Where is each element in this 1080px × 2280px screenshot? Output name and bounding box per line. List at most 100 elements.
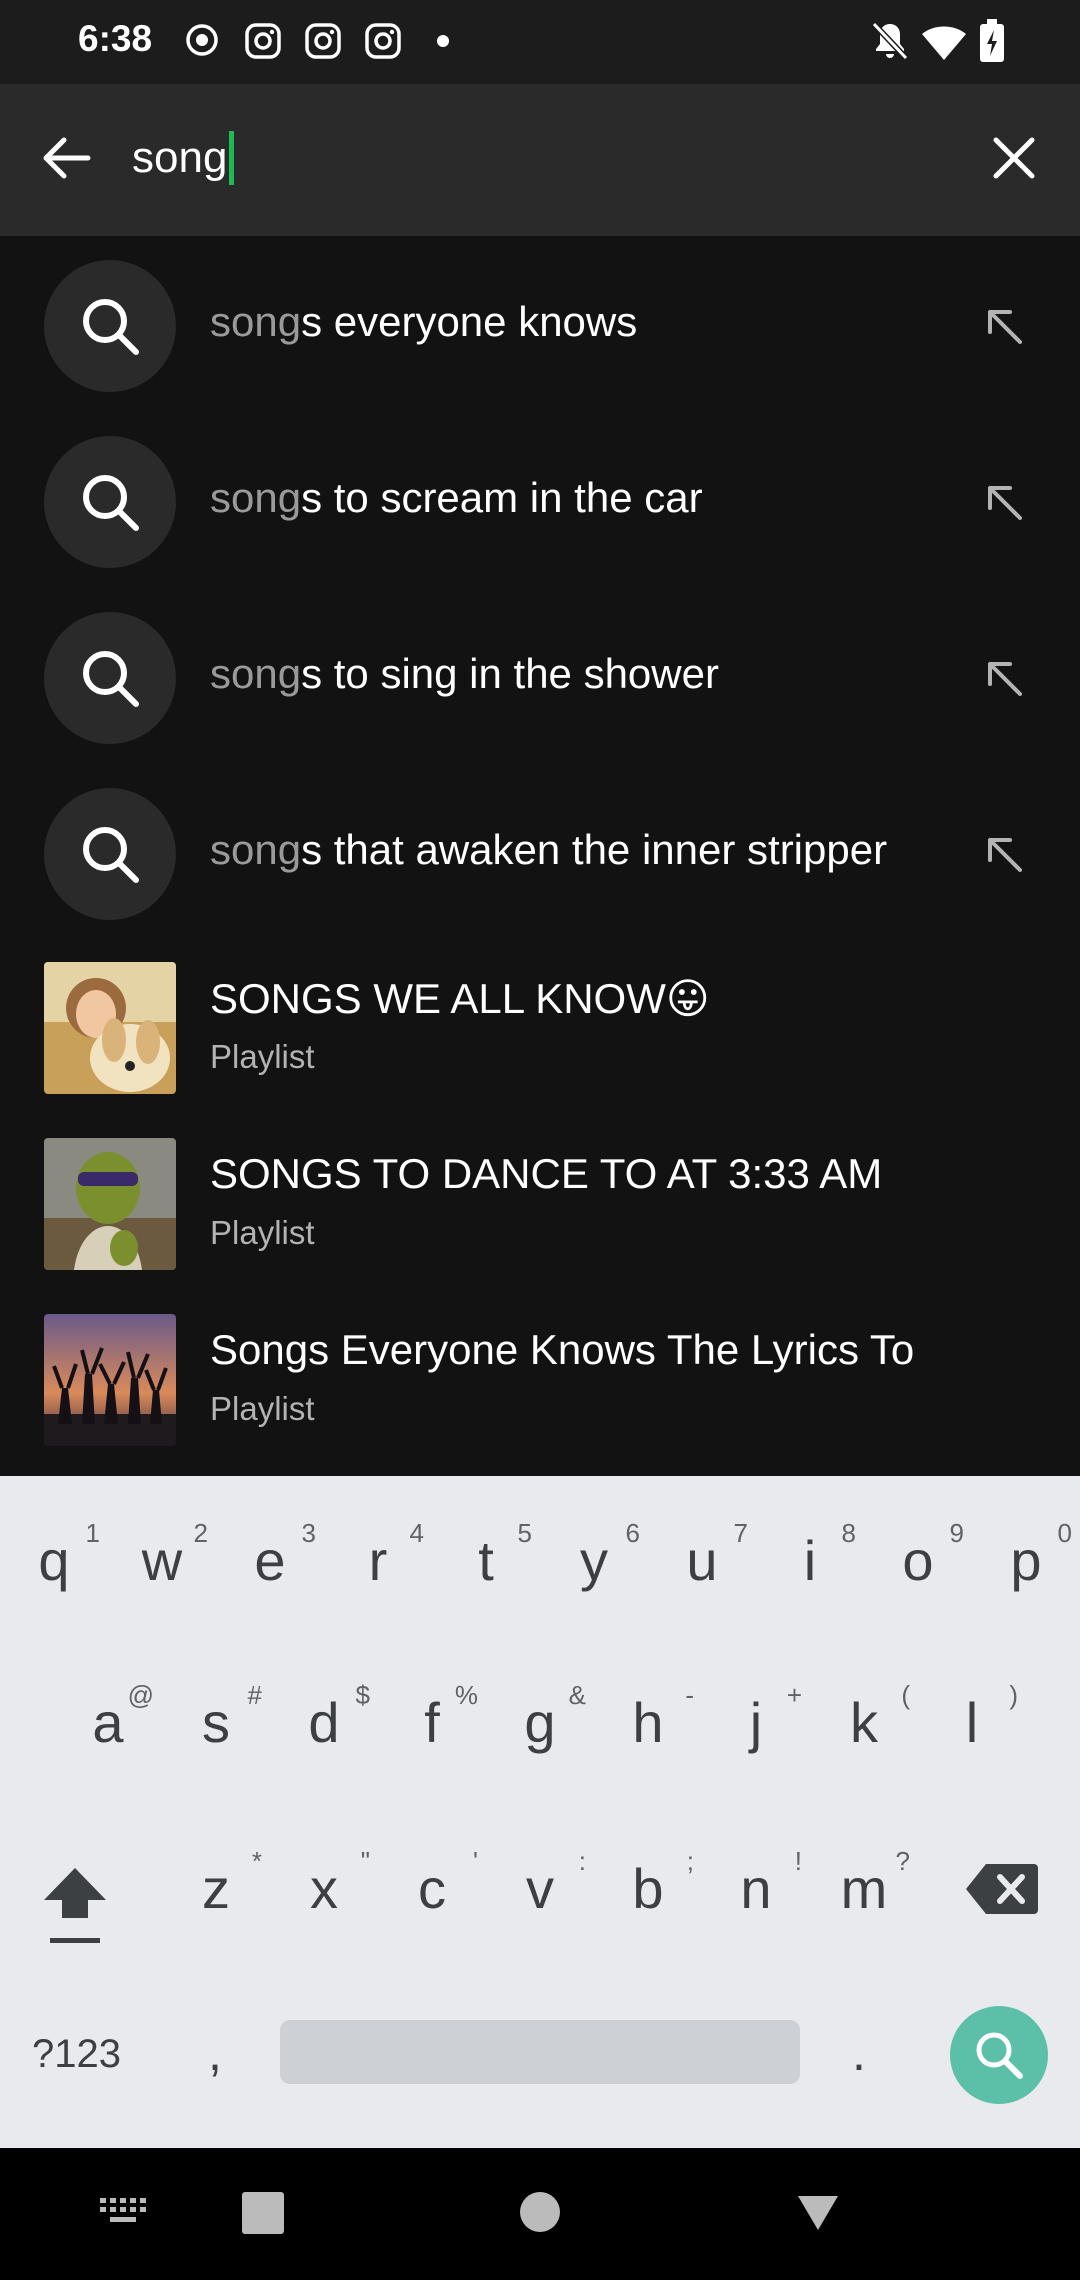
symbols-key[interactable]: ?123 xyxy=(32,2032,121,2077)
playlist-subtitle: Playlist xyxy=(210,1214,315,1251)
key-e[interactable]: 3e xyxy=(220,1518,320,1593)
key-d[interactable]: $ d xyxy=(274,1680,374,1755)
fill-query-button[interactable] xyxy=(968,290,1040,362)
fill-query-button[interactable] xyxy=(968,818,1040,890)
key-o[interactable]: 9o xyxy=(868,1518,968,1593)
suggestion-search-badge xyxy=(44,612,176,744)
search-go-key[interactable] xyxy=(950,2006,1048,2104)
playlist-title: SONGS TO DANCE TO AT 3:33 AM xyxy=(210,1150,883,1197)
key-label: c xyxy=(418,1857,446,1920)
key-r[interactable]: 4r xyxy=(328,1518,428,1593)
key-b[interactable]: ; b xyxy=(598,1846,698,1921)
back-button[interactable] xyxy=(30,122,102,194)
soft-keyboard: 1q2w3e4r5t6y7u8i9o0p @ a # s $ d% f & g - h + j(k) l … xyxy=(0,1476,1080,2148)
suggestion-item[interactable]: songs everyone knows xyxy=(0,236,1080,412)
key-hint: + xyxy=(786,1680,802,1710)
suggestion-search-badge xyxy=(44,788,176,920)
space-bar[interactable] xyxy=(280,2020,800,2084)
back-icon[interactable] xyxy=(796,2194,840,2232)
suggestion-item[interactable]: songs to scream in the car xyxy=(0,412,1080,588)
clear-search-button[interactable] xyxy=(978,122,1050,194)
status-bar: 6:38 xyxy=(0,0,1080,84)
key-hint: - xyxy=(685,1680,694,1710)
status-time: 6:38 xyxy=(78,18,153,59)
key-t[interactable]: 5t xyxy=(436,1518,536,1593)
key-hint: # xyxy=(247,1680,262,1710)
key-y[interactable]: 6y xyxy=(544,1518,644,1593)
key-hint: 8 xyxy=(841,1518,856,1548)
key-hint: ' xyxy=(473,1846,478,1876)
record-icon xyxy=(186,24,218,56)
key-x[interactable]: " x xyxy=(274,1846,374,1921)
key-hint: % xyxy=(454,1680,478,1710)
key-f[interactable]: % f xyxy=(382,1680,482,1755)
key-hint: 7 xyxy=(733,1518,748,1548)
fill-query-button[interactable] xyxy=(968,466,1040,538)
search-results: songs everyone knows songs to scream in … xyxy=(0,236,1080,1476)
key-z[interactable]: * z xyxy=(166,1846,266,1921)
search-icon xyxy=(83,299,139,355)
search-query: song xyxy=(132,133,228,182)
wifi-icon xyxy=(922,26,966,60)
search-header: song xyxy=(0,84,1080,236)
home-icon[interactable] xyxy=(520,2192,560,2232)
text-caret xyxy=(229,131,235,185)
key-p[interactable]: 0p xyxy=(976,1518,1076,1593)
navigation-bar xyxy=(0,2148,1080,2280)
recents-icon[interactable] xyxy=(242,2192,284,2234)
key-q[interactable]: 1q xyxy=(4,1518,104,1593)
playlist-result[interactable]: Songs Everyone Knows The Lyrics To Playl… xyxy=(0,1292,1080,1468)
key-n[interactable]: ! n xyxy=(706,1846,806,1921)
key-hint: ! xyxy=(794,1846,802,1876)
key-w[interactable]: 2w xyxy=(112,1518,212,1593)
suggestion-item[interactable]: songs that awaken the inner stripper xyxy=(0,764,1080,940)
arrow-left-icon xyxy=(43,137,91,179)
key-u[interactable]: 7u xyxy=(652,1518,752,1593)
close-icon xyxy=(993,137,1035,179)
key-k[interactable]: (k xyxy=(814,1680,914,1755)
search-icon xyxy=(83,651,139,707)
key-l[interactable]: ) l xyxy=(922,1680,1022,1755)
key-j[interactable]: + j xyxy=(706,1680,806,1755)
comma-key[interactable]: , xyxy=(208,2024,222,2082)
playlist-result[interactable]: SONGS WE ALL KNOW😛 Playlist xyxy=(0,940,1080,1116)
suggestion-text: songs that awaken the inner stripper xyxy=(210,826,888,873)
playlist-subtitle: Playlist xyxy=(210,1390,315,1427)
playlist-cover-image xyxy=(44,962,176,1094)
key-hint: @ xyxy=(127,1680,154,1710)
key-a[interactable]: @ a xyxy=(58,1680,158,1755)
key-hint: 3 xyxy=(301,1518,316,1548)
playlist-cover-image xyxy=(44,1138,176,1270)
key-m[interactable]: ? m xyxy=(814,1846,914,1921)
suggestion-text: songs to scream in the car xyxy=(210,474,703,521)
suggestion-item[interactable]: songs to sing in the shower xyxy=(0,588,1080,764)
shift-key[interactable] xyxy=(40,1860,110,1950)
key-c[interactable]: ' c xyxy=(382,1846,482,1921)
key-h[interactable]: -h xyxy=(598,1680,698,1755)
key-g[interactable]: & g xyxy=(490,1680,590,1755)
keyboard-switch-icon[interactable] xyxy=(100,2198,148,2228)
key-hint: 2 xyxy=(193,1518,208,1548)
key-hint: " xyxy=(360,1846,370,1876)
playlist-title: Songs Everyone Knows The Lyrics To xyxy=(210,1326,915,1373)
key-hint: 0 xyxy=(1057,1518,1072,1548)
key-hint: 4 xyxy=(409,1518,424,1548)
key-i[interactable]: 8i xyxy=(760,1518,860,1593)
key-label: x xyxy=(310,1857,338,1920)
battery-charging-icon xyxy=(980,19,1004,62)
period-key[interactable]: . xyxy=(852,2024,866,2082)
search-input[interactable]: song xyxy=(132,126,235,190)
notifications-off-icon xyxy=(871,21,909,61)
key-hint: 6 xyxy=(625,1518,640,1548)
playlist-subtitle: Playlist xyxy=(210,1038,315,1075)
key-hint: 5 xyxy=(517,1518,532,1548)
delete-key[interactable] xyxy=(966,1862,1038,1916)
key-s[interactable]: # s xyxy=(166,1680,266,1755)
playlist-result[interactable]: SONGS TO DANCE TO AT 3:33 AM Playlist xyxy=(0,1116,1080,1292)
arrow-up-left-icon xyxy=(988,662,1022,696)
instagram-icon xyxy=(365,23,401,59)
arrow-up-left-icon xyxy=(988,310,1022,344)
key-v[interactable]: :v xyxy=(490,1846,590,1921)
suggestion-search-badge xyxy=(44,436,176,568)
fill-query-button[interactable] xyxy=(968,642,1040,714)
